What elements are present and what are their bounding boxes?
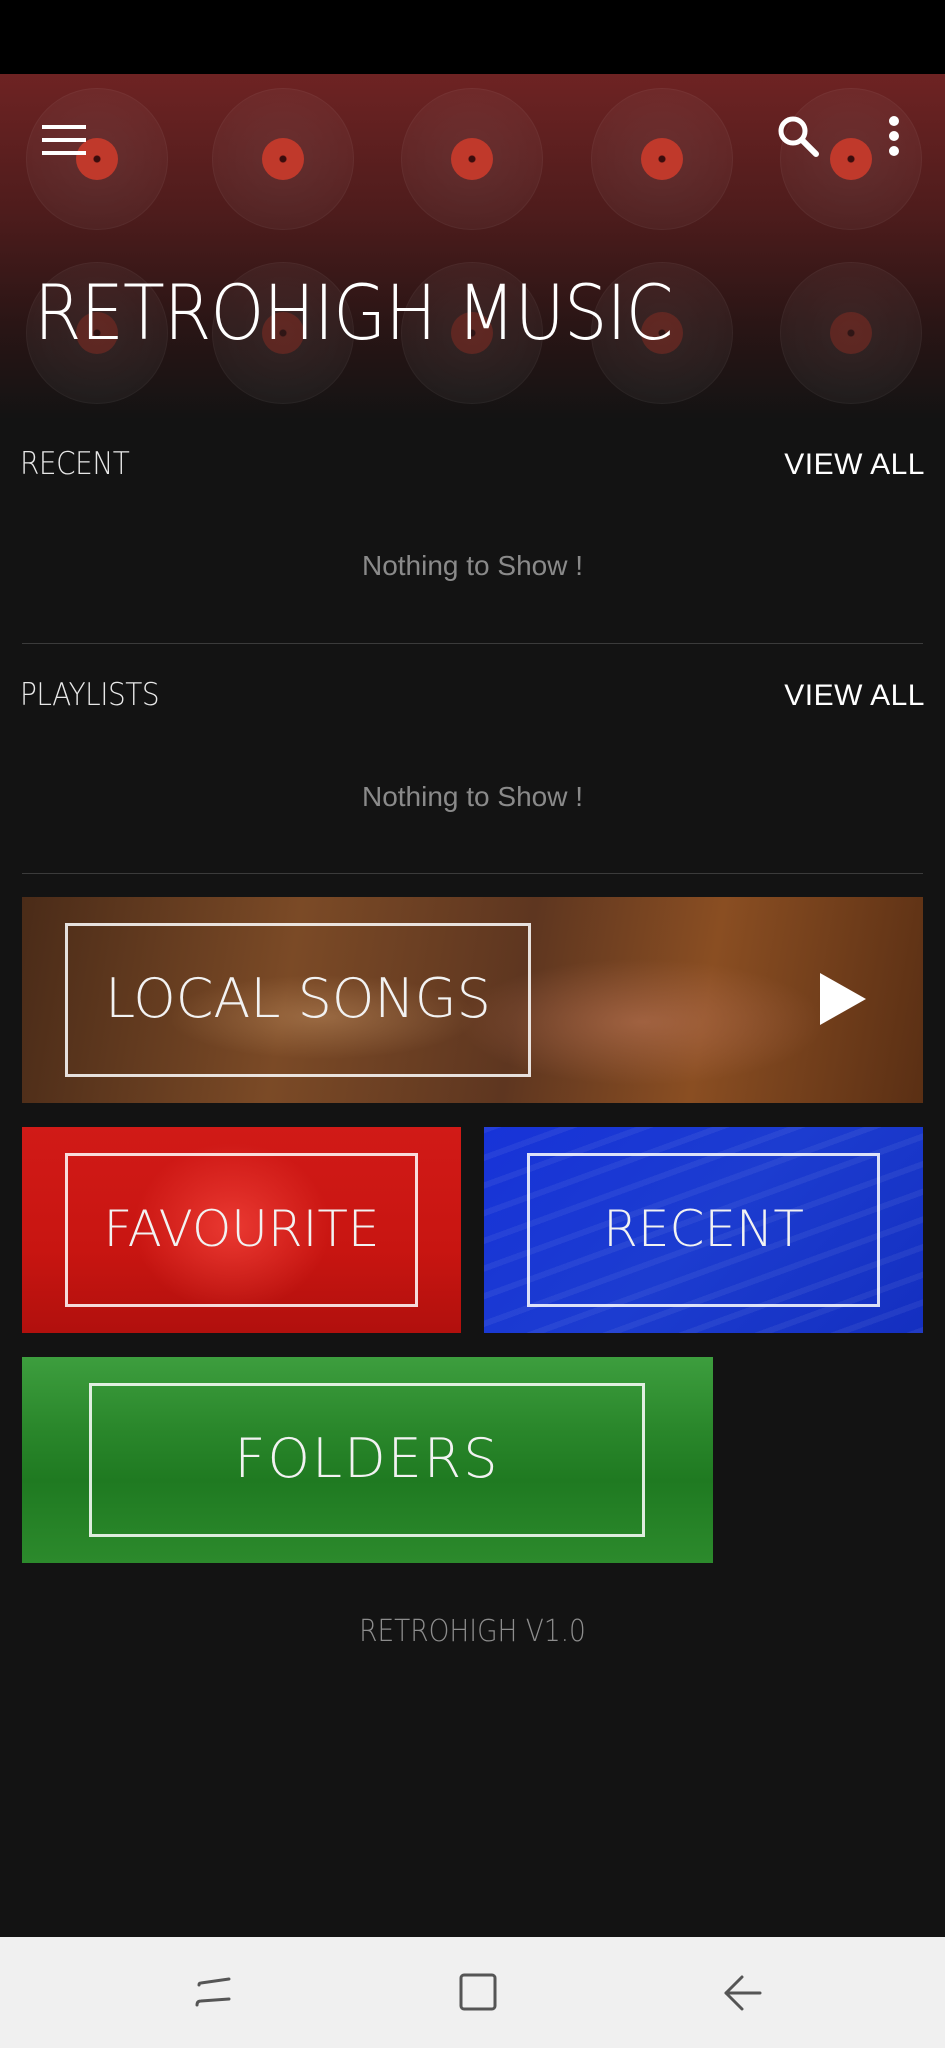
system-nav-bar [0,1937,945,2048]
back-icon[interactable] [712,1967,772,2019]
recent-empty-message: Nothing to Show ! [361,550,584,581]
folders-label: FOLDERS [234,1427,500,1490]
more-vertical-icon[interactable] [868,106,920,166]
app-version: RETROHIGH V1.0 [359,1614,586,1649]
favourite-label: FAVOURITE [103,1200,380,1258]
hamburger-menu-icon[interactable] [34,110,94,170]
recent-tile[interactable]: RECENT [484,1127,923,1333]
playlists-section-title: PLAYLISTS [20,677,160,713]
playlists-empty-message: Nothing to Show ! [361,781,584,812]
recent-view-all-button[interactable]: VIEW ALL [784,448,925,482]
section-divider [22,643,923,644]
playlists-view-all-button[interactable]: VIEW ALL [784,679,925,713]
play-icon [820,973,866,1025]
home-icon[interactable] [447,1967,507,2019]
search-icon[interactable] [768,106,828,166]
folders-tile[interactable]: FOLDERS [22,1357,713,1563]
status-bar [0,0,945,74]
section-divider [22,873,923,874]
local-songs-label: LOCAL SONGS [105,967,491,1030]
recent-label: RECENT [603,1200,804,1258]
favourite-tile[interactable]: FAVOURITE [22,1127,461,1333]
app-title: RETROHIGH MUSIC [34,268,674,357]
vinyl-decoration [212,88,354,230]
vinyl-decoration [780,262,922,404]
local-songs-tile[interactable]: LOCAL SONGS [22,897,923,1103]
vinyl-decoration [591,88,733,230]
recent-section-title: RECENT [20,446,130,482]
vinyl-decoration [401,88,543,230]
recent-apps-icon[interactable] [183,1967,243,2019]
